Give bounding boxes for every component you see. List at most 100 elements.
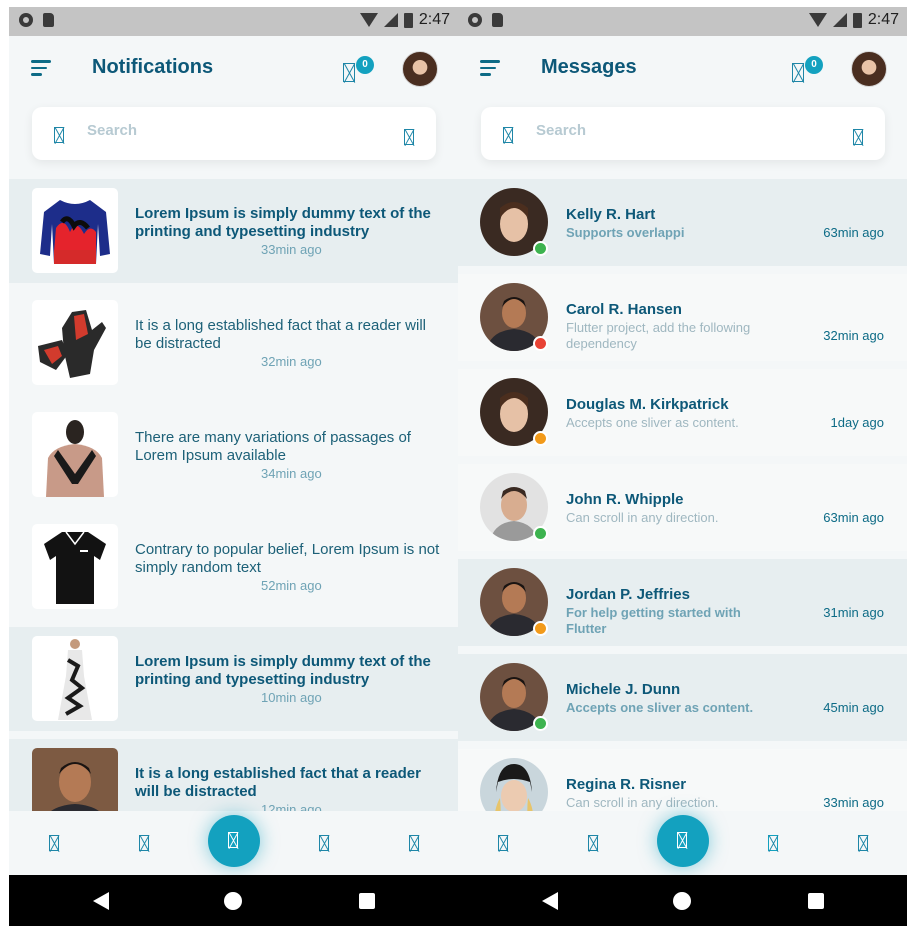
wifi-icon [808,13,827,27]
notification-time: 10min ago [261,690,322,705]
message-preview: For help getting started with Flutter [566,605,741,636]
message-preview: Supports overlappi [566,225,685,240]
explore-icon[interactable] [588,835,598,851]
contact-name: Regina R. Risner [566,776,687,793]
avatar[interactable] [402,51,438,87]
contact-name: John R. Whipple [566,491,684,508]
bell-button[interactable]: 0 [792,56,823,85]
battery-icon [852,12,862,28]
search-icon [503,127,513,143]
list-item[interactable]: Jordan P. Jeffries For help getting star… [458,559,907,646]
contact-name: Michele J. Dunn [566,681,681,698]
list-item[interactable]: Kelly R. Hart Supports overlappi 63min a… [458,179,907,266]
chat-icon[interactable] [319,835,329,851]
avatar [480,758,548,811]
wifi-icon [359,13,378,27]
back-icon[interactable] [93,892,109,910]
status-time: 2:47 [867,11,899,28]
menu-icon[interactable] [480,60,502,76]
message-time: 63min ago [823,510,884,525]
message-time: 31min ago [823,605,884,620]
list-item[interactable]: Lorem Ipsum is simply dummy text of the … [9,179,458,283]
notification-time: 52min ago [261,578,322,593]
search-icon [54,127,64,143]
message-preview: Can scroll in any direction. [566,795,719,810]
explore-icon[interactable] [139,835,149,851]
status-circle-icon [19,13,33,27]
message-preview: Accepts one sliver as content. [566,415,739,430]
notification-text: It is a long established fact that a rea… [135,317,426,352]
app-bar: Notifications 0 [9,36,458,106]
message-preview: Accepts one sliver as content. [566,700,754,715]
list-item[interactable]: Carol R. Hansen Flutter project, add the… [458,274,907,361]
product-thumbnail [32,748,118,811]
messages-screen: 2:47 Messages 0 Search Kelly R. Hart Sup… [458,7,907,926]
notification-time: 33min ago [261,242,322,257]
status-online-dot [533,241,548,256]
bell-icon [343,63,355,82]
sd-card-icon [43,13,54,27]
profile-icon[interactable] [858,835,868,851]
search-bar[interactable]: Search [481,107,885,160]
contact-name: Kelly R. Hart [566,206,656,223]
center-action-button[interactable] [657,815,709,867]
message-time: 45min ago [823,700,884,715]
list-item[interactable]: It is a long established fact that a rea… [9,739,458,811]
notification-time: 32min ago [261,354,322,369]
notification-text: Lorem Ipsum is simply dummy text of the … [135,653,431,688]
contact-name: Douglas M. Kirkpatrick [566,396,729,413]
filter-icon[interactable] [853,129,863,145]
page-title: Messages [541,56,637,78]
status-time: 2:47 [418,11,450,28]
notification-list: Lorem Ipsum is simply dummy text of the … [9,179,458,811]
system-nav-bar [458,875,907,926]
product-thumbnail [32,188,118,273]
bottom-nav [458,811,907,875]
back-icon[interactable] [542,892,558,910]
home-button-icon[interactable] [673,892,691,910]
product-thumbnail [32,412,118,497]
notifications-screen: 2:47 Notifications 0 Search Lorem Ipsum … [9,7,458,926]
status-circle-icon [468,13,482,27]
product-thumbnail [32,524,118,609]
home-button-icon[interactable] [224,892,242,910]
product-thumbnail [32,636,118,721]
bell-button[interactable]: 0 [343,56,374,85]
product-thumbnail [32,300,118,385]
list-item[interactable]: Regina R. Risner Can scroll in any direc… [458,749,907,811]
filter-icon[interactable] [404,129,414,145]
list-item[interactable]: Lorem Ipsum is simply dummy text of the … [9,627,458,731]
contact-name: Carol R. Hansen [566,301,682,318]
battery-icon [403,12,413,28]
search-input[interactable]: Search [536,122,586,139]
status-bar: 2:47 [9,7,458,36]
search-input[interactable]: Search [87,122,137,139]
list-item[interactable]: Michele J. Dunn Accepts one sliver as co… [458,654,907,741]
center-action-button[interactable] [208,815,260,867]
list-item[interactable]: It is a long established fact that a rea… [9,291,458,395]
notification-text: It is a long established fact that a rea… [135,765,421,800]
status-away-dot [533,431,548,446]
message-time: 33min ago [823,795,884,810]
bell-icon [792,63,804,82]
status-online-dot [533,716,548,731]
menu-icon[interactable] [31,60,53,76]
list-item[interactable]: Contrary to popular belief, Lorem Ipsum … [9,515,458,619]
message-preview: Flutter project, add the following depen… [566,320,751,351]
message-time: 1day ago [830,415,885,430]
list-item[interactable]: John R. Whipple Can scroll in any direct… [458,464,907,551]
recents-icon[interactable] [808,893,824,909]
app-bar: Messages 0 [458,36,907,106]
recents-icon[interactable] [359,893,375,909]
search-bar[interactable]: Search [32,107,436,160]
message-time: 63min ago [823,225,884,240]
list-item[interactable]: There are many variations of passages of… [9,403,458,507]
home-icon[interactable] [498,835,508,851]
status-busy-dot [533,336,548,351]
list-item[interactable]: Douglas M. Kirkpatrick Accepts one slive… [458,369,907,456]
avatar[interactable] [851,51,887,87]
status-online-dot [533,526,548,541]
home-icon[interactable] [49,835,59,851]
profile-icon[interactable] [409,835,419,851]
chat-icon[interactable] [768,835,778,851]
